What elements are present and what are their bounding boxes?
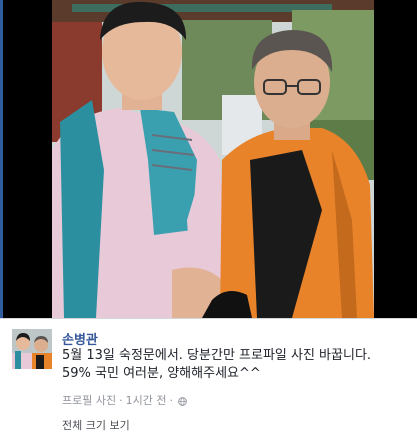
globe-icon[interactable] xyxy=(178,396,187,406)
left-edge-accent xyxy=(0,0,3,318)
meta-separator: · xyxy=(119,393,123,407)
post-text-line-1: 5월 13일 숙정문에서. 당분간만 프로파일 사진 바꿉니다. xyxy=(62,348,372,363)
post-meta: 프로필 사진 · 1시간 전 · xyxy=(62,392,190,408)
author-avatar[interactable] xyxy=(12,329,52,369)
meta-separator-2: · xyxy=(169,393,173,407)
post-text-line-2: 59% 국민 여러분, 양해해주세요^^ xyxy=(62,366,261,381)
timestamp-link[interactable]: 1시간 전 xyxy=(126,392,167,408)
photo-type-link[interactable]: 프로필 사진 xyxy=(62,392,116,408)
photo-caption: 손병관 5월 13일 숙정문에서. 당분간만 프로파일 사진 바꿉니다. 59%… xyxy=(0,318,417,433)
profile-photo[interactable] xyxy=(52,0,374,318)
author-name-link[interactable]: 손병관 xyxy=(62,329,98,348)
post-text: 5월 13일 숙정문에서. 당분간만 프로파일 사진 바꿉니다. 59% 국민 … xyxy=(62,347,412,383)
view-full-size-link[interactable]: 전체 크기 보기 xyxy=(62,417,130,433)
photo-viewer[interactable] xyxy=(0,0,417,318)
